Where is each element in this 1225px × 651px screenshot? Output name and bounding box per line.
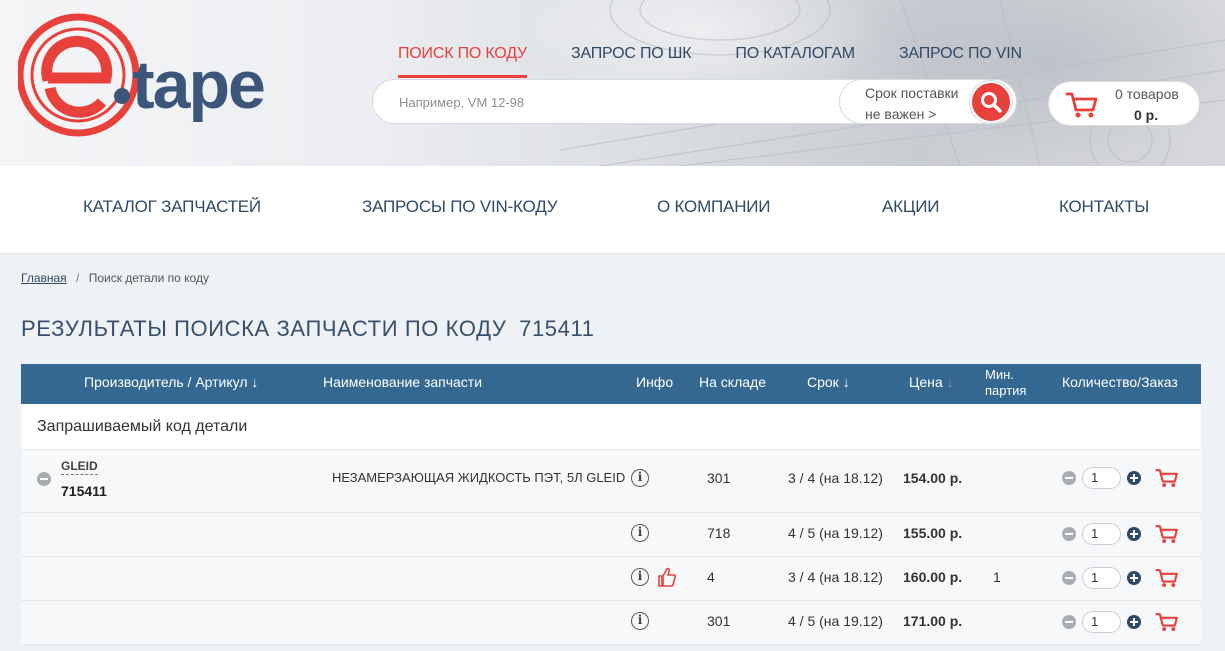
qty-increase-icon[interactable] bbox=[1127, 571, 1141, 588]
breadcrumb-separator: / bbox=[76, 271, 80, 285]
price: 171.00 р. bbox=[903, 613, 963, 629]
results-table-header: Производитель / Артикул ↓ Наименование з… bbox=[21, 364, 1201, 404]
group-label: Запрашиваемый код детали bbox=[37, 418, 248, 435]
price: 154.00 р. bbox=[903, 470, 963, 486]
qty-decrease-icon[interactable] bbox=[1062, 527, 1076, 544]
header-price-label: Цена bbox=[909, 374, 943, 390]
stock-count: 718 bbox=[707, 525, 731, 541]
quantity-input[interactable]: 1 bbox=[1082, 567, 1121, 589]
search-icon bbox=[981, 92, 1002, 113]
tab-request-by-vin[interactable]: ЗАПРОС ПО VIN bbox=[899, 44, 1022, 78]
main-nav: КАТАЛОГ ЗАПЧАСТЕЙ ЗАПРОСЫ ПО VIN-КОДУ О … bbox=[0, 166, 1225, 254]
info-icon[interactable]: i bbox=[631, 469, 649, 487]
thumbs-up-icon bbox=[658, 567, 676, 587]
header-term[interactable]: Срок ↓ bbox=[807, 374, 850, 390]
results-table: Производитель / Артикул ↓ Наименование з… bbox=[21, 364, 1201, 645]
page-title: РЕЗУЛЬТАТЫ ПОИСКА ЗАПЧАСТИ ПО КОДУ 71541… bbox=[21, 316, 595, 342]
add-to-cart-icon[interactable] bbox=[1155, 611, 1179, 633]
table-row: i 301 4 / 5 (на 19.12) 171.00 р. 1 bbox=[21, 601, 1201, 645]
quantity-input[interactable]: 1 bbox=[1082, 611, 1121, 633]
stock-count: 301 bbox=[707, 470, 731, 486]
cart-widget[interactable]: 0 товаров 0 р. bbox=[1048, 81, 1200, 126]
stock-count: 301 bbox=[707, 613, 731, 629]
quantity-input[interactable]: 1 bbox=[1082, 467, 1121, 489]
header-quantity-order: Количество/Заказ bbox=[1062, 374, 1178, 390]
header-min-batch: Мин. партия bbox=[985, 367, 1026, 399]
cart-total: 0 р. bbox=[1134, 107, 1159, 123]
tab-request-by-barcode[interactable]: ЗАПРОС ПО ШК bbox=[571, 44, 692, 78]
nav-vin-requests[interactable]: ЗАПРОСЫ ПО VIN-КОДУ bbox=[362, 197, 558, 217]
searched-code: 715411 bbox=[519, 316, 595, 341]
add-to-cart-icon[interactable] bbox=[1155, 567, 1179, 589]
product-article: 715411 bbox=[61, 483, 107, 499]
cart-icon bbox=[1065, 92, 1098, 118]
add-to-cart-icon[interactable] bbox=[1155, 523, 1179, 545]
tab-by-catalogs[interactable]: ПО КАТАЛОГАМ bbox=[735, 44, 855, 78]
breadcrumb-current: Поиск детали по коду bbox=[88, 271, 209, 285]
price-sort-arrow-icon: ↓ bbox=[946, 374, 954, 390]
table-row: GLEID 715411 НЕЗАМЕРЗАЮЩАЯ ЖИДКОСТЬ ПЭТ,… bbox=[21, 450, 1201, 513]
info-icon[interactable]: i bbox=[631, 612, 649, 630]
etape-logo[interactable]: tape bbox=[18, 10, 308, 145]
price: 160.00 р. bbox=[903, 569, 963, 585]
search-button[interactable] bbox=[970, 81, 1012, 123]
info-icon[interactable]: i bbox=[631, 568, 649, 586]
search-bar: Срок поставки не важен > bbox=[372, 79, 1017, 124]
breadcrumb: Главная / Поиск детали по коду bbox=[21, 271, 209, 285]
price: 155.00 р. bbox=[903, 525, 963, 541]
header-part-name: Наименование запчасти bbox=[323, 374, 483, 390]
requested-code-group: Запрашиваемый код детали bbox=[21, 404, 1201, 450]
stock-count: 4 bbox=[707, 569, 715, 585]
qty-decrease-icon[interactable] bbox=[1062, 571, 1076, 588]
header-min-line2: партия bbox=[985, 383, 1027, 398]
quantity-input[interactable]: 1 bbox=[1082, 523, 1121, 545]
info-icon[interactable]: i bbox=[631, 524, 649, 542]
header-maker-article[interactable]: Производитель / Артикул ↓ bbox=[84, 374, 258, 390]
breadcrumb-home-link[interactable]: Главная bbox=[21, 271, 67, 285]
qty-decrease-icon[interactable] bbox=[1062, 615, 1076, 632]
header-in-stock: На складе bbox=[699, 374, 766, 390]
header-info: Инфо bbox=[636, 374, 674, 390]
nav-contacts[interactable]: КОНТАКТЫ bbox=[1059, 197, 1149, 217]
product-name: НЕЗАМЕРЗАЮЩАЯ ЖИДКОСТЬ ПЭТ, 5Л GLEID bbox=[332, 470, 626, 485]
collapse-minus-icon[interactable] bbox=[37, 472, 51, 489]
header-price[interactable]: Цена ↓ bbox=[909, 374, 954, 390]
nav-parts-catalog[interactable]: КАТАЛОГ ЗАПЧАСТЕЙ bbox=[83, 197, 261, 217]
qty-increase-icon[interactable] bbox=[1127, 615, 1141, 632]
product-brand[interactable]: GLEID bbox=[61, 459, 98, 475]
search-mode-nav: ПОИСК ПО КОДУ ЗАПРОС ПО ШК ПО КАТАЛОГАМ … bbox=[398, 44, 1066, 78]
qty-increase-icon[interactable] bbox=[1127, 471, 1141, 488]
delivery-term: 3 / 4 (на 18.12) bbox=[788, 470, 883, 486]
svg-text:tape: tape bbox=[132, 47, 264, 123]
header-min-line1: Мин. bbox=[985, 367, 1014, 382]
delivery-term: 4 / 5 (на 19.12) bbox=[788, 525, 883, 541]
delivery-term: 3 / 4 (на 18.12) bbox=[788, 569, 883, 585]
tab-search-by-code[interactable]: ПОИСК ПО КОДУ bbox=[398, 44, 527, 78]
table-row: i 4 3 / 4 (на 18.12) 160.00 р. 1 1 bbox=[21, 557, 1201, 601]
cart-item-count: 0 товаров bbox=[1115, 86, 1179, 102]
qty-increase-icon[interactable] bbox=[1127, 527, 1141, 544]
table-row: i 718 4 / 5 (на 19.12) 155.00 р. 1 bbox=[21, 513, 1201, 557]
page-title-text: РЕЗУЛЬТАТЫ ПОИСКА ЗАПЧАСТИ ПО КОДУ bbox=[21, 316, 507, 341]
nav-promotions[interactable]: АКЦИИ bbox=[882, 197, 939, 217]
nav-about-company[interactable]: О КОМПАНИИ bbox=[657, 197, 771, 217]
add-to-cart-icon[interactable] bbox=[1155, 467, 1179, 489]
qty-decrease-icon[interactable] bbox=[1062, 471, 1076, 488]
search-input[interactable] bbox=[399, 92, 819, 112]
site-header: tape ПОИСК ПО КОДУ ЗАПРОС ПО ШК ПО КАТАЛ… bbox=[0, 0, 1225, 166]
min-batch: 1 bbox=[993, 569, 1001, 585]
delivery-term: 4 / 5 (на 19.12) bbox=[788, 613, 883, 629]
